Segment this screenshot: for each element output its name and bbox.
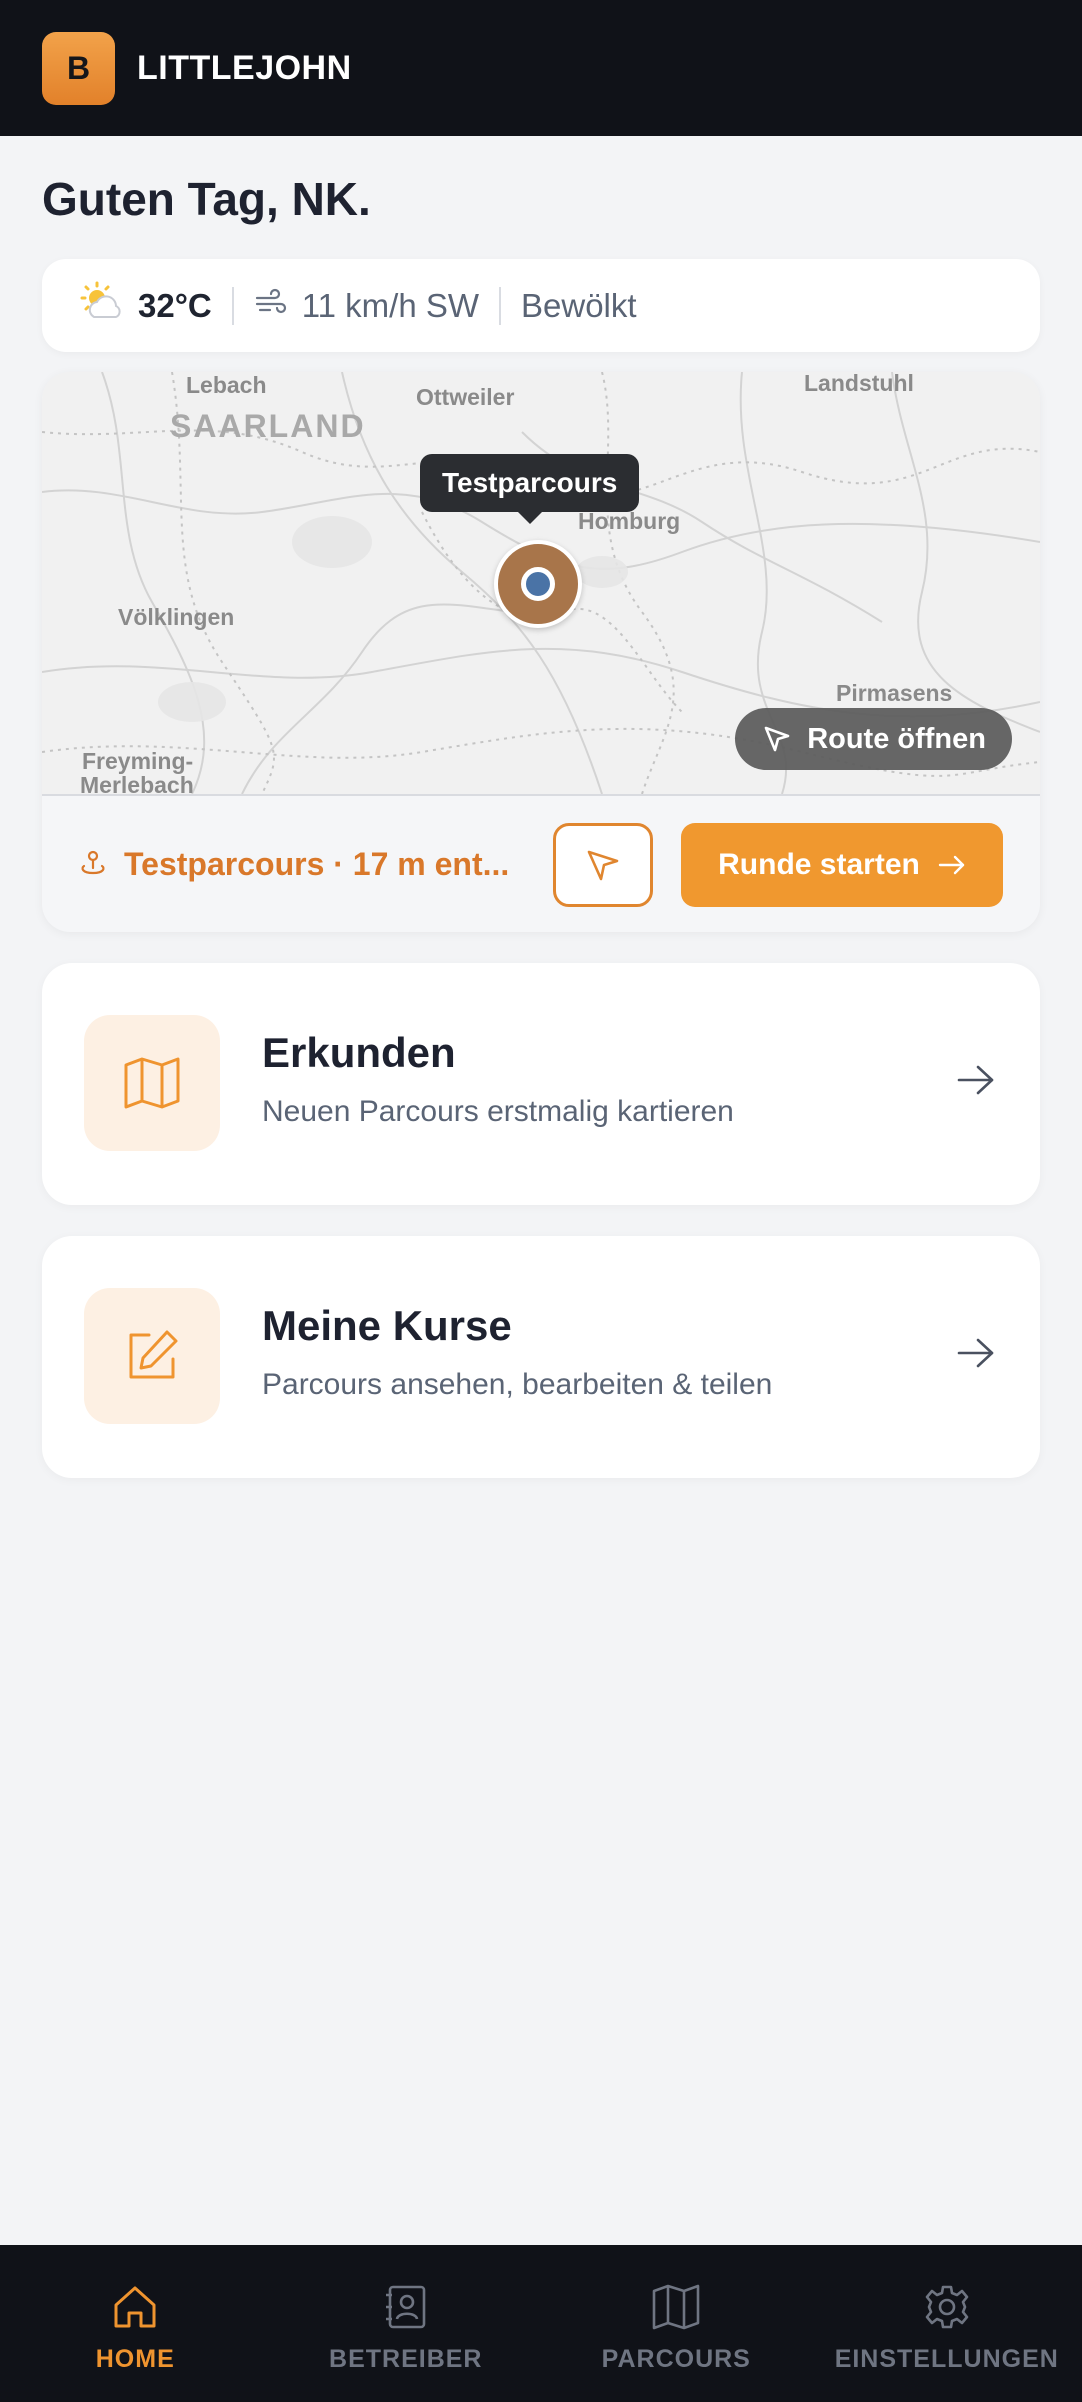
top-app-bar: B LITTLEJOHN <box>0 0 1082 136</box>
nearest-course-label[interactable]: Testparcours · 17 m ent... <box>124 846 534 883</box>
divider <box>231 286 234 325</box>
edit-icon <box>84 1288 220 1424</box>
nav-item-operators[interactable]: BETREIBER <box>271 2245 542 2402</box>
open-route-label: Route öffnen <box>807 722 986 755</box>
start-round-button[interactable]: Runde starten <box>681 823 1003 907</box>
temperature: 32°C <box>138 286 212 324</box>
card-title: Meine Kurse <box>262 1302 512 1349</box>
home-icon <box>114 2286 156 2328</box>
arrow-right-icon <box>956 1336 996 1375</box>
nav-label: BETREIBER <box>329 2345 483 2373</box>
app-name: LITTLEJOHN <box>137 48 352 87</box>
course-marker[interactable] <box>494 540 582 628</box>
nav-label: PARCOURS <box>601 2345 751 2373</box>
place-label: Homburg <box>578 508 681 534</box>
nav-label: HOME <box>95 2345 175 2373</box>
navigation-arrow-icon <box>587 850 619 881</box>
place-label: Pirmasens <box>836 680 953 706</box>
map-card: Lebach SAARLAND Ottweiler Landstuhl Homb… <box>42 372 1040 932</box>
my-courses-card[interactable]: Meine Kurse Parcours ansehen, bearbeiten… <box>42 1236 1040 1478</box>
location-dot-icon <box>521 567 555 601</box>
card-subtitle: Neuen Parcours erstmalig kartieren <box>262 1095 734 1128</box>
open-route-button[interactable]: Route öffnen <box>735 708 1012 770</box>
location-pin-icon <box>78 847 108 882</box>
explore-card[interactable]: Erkunden Neuen Parcours erstmalig kartie… <box>42 963 1040 1205</box>
gear-icon <box>925 2285 969 2329</box>
nav-item-home[interactable]: HOME <box>0 2245 271 2402</box>
greeting-title: Guten Tag, NK. <box>42 173 371 225</box>
navigation-arrow-icon <box>764 726 790 752</box>
nav-item-courses[interactable]: PARCOURS <box>541 2245 812 2402</box>
map-icon <box>652 2284 700 2330</box>
wind-icon <box>254 288 288 323</box>
start-round-label: Runde starten <box>718 848 920 881</box>
map-icon <box>84 1015 220 1151</box>
contacts-icon <box>385 2285 426 2329</box>
wind-speed: 11 km/h SW <box>301 286 479 324</box>
place-label: Lebach <box>186 372 267 398</box>
logo-letter: B <box>66 49 91 86</box>
partly-cloudy-sun-icon <box>80 281 124 330</box>
place-label: Freyming- <box>82 748 194 774</box>
place-label: SAARLAND <box>170 408 366 444</box>
marker-tooltip: Testparcours <box>420 454 640 524</box>
map-view[interactable]: Lebach SAARLAND Ottweiler Landstuhl Homb… <box>42 372 1040 794</box>
place-label: Merlebach <box>80 772 194 794</box>
app-logo[interactable]: B <box>42 31 115 105</box>
place-label: Ottweiler <box>416 384 515 410</box>
weather-condition: Bewölkt <box>521 286 637 324</box>
nav-label: EINSTELLUNGEN <box>834 2345 1059 2373</box>
course-row: Testparcours · 17 m ent... Runde starten <box>42 796 1040 932</box>
divider <box>499 286 501 325</box>
arrow-right-icon <box>956 1063 996 1102</box>
place-label: Völklingen <box>118 604 235 630</box>
arrow-right-icon <box>938 855 965 875</box>
card-subtitle: Parcours ansehen, bearbeiten & teilen <box>262 1368 773 1401</box>
nav-item-settings[interactable]: EINSTELLUNGEN <box>812 2245 1082 2402</box>
card-title: Erkunden <box>262 1029 456 1076</box>
navigate-button[interactable] <box>553 823 653 907</box>
weather-bar: 32°C 11 km/h SW Bewölkt <box>42 259 1040 352</box>
bottom-navigation: HOME BETREIBER PARCOURS EINSTELLUNGEN <box>0 2245 1082 2402</box>
place-label: Landstuhl <box>804 372 914 396</box>
